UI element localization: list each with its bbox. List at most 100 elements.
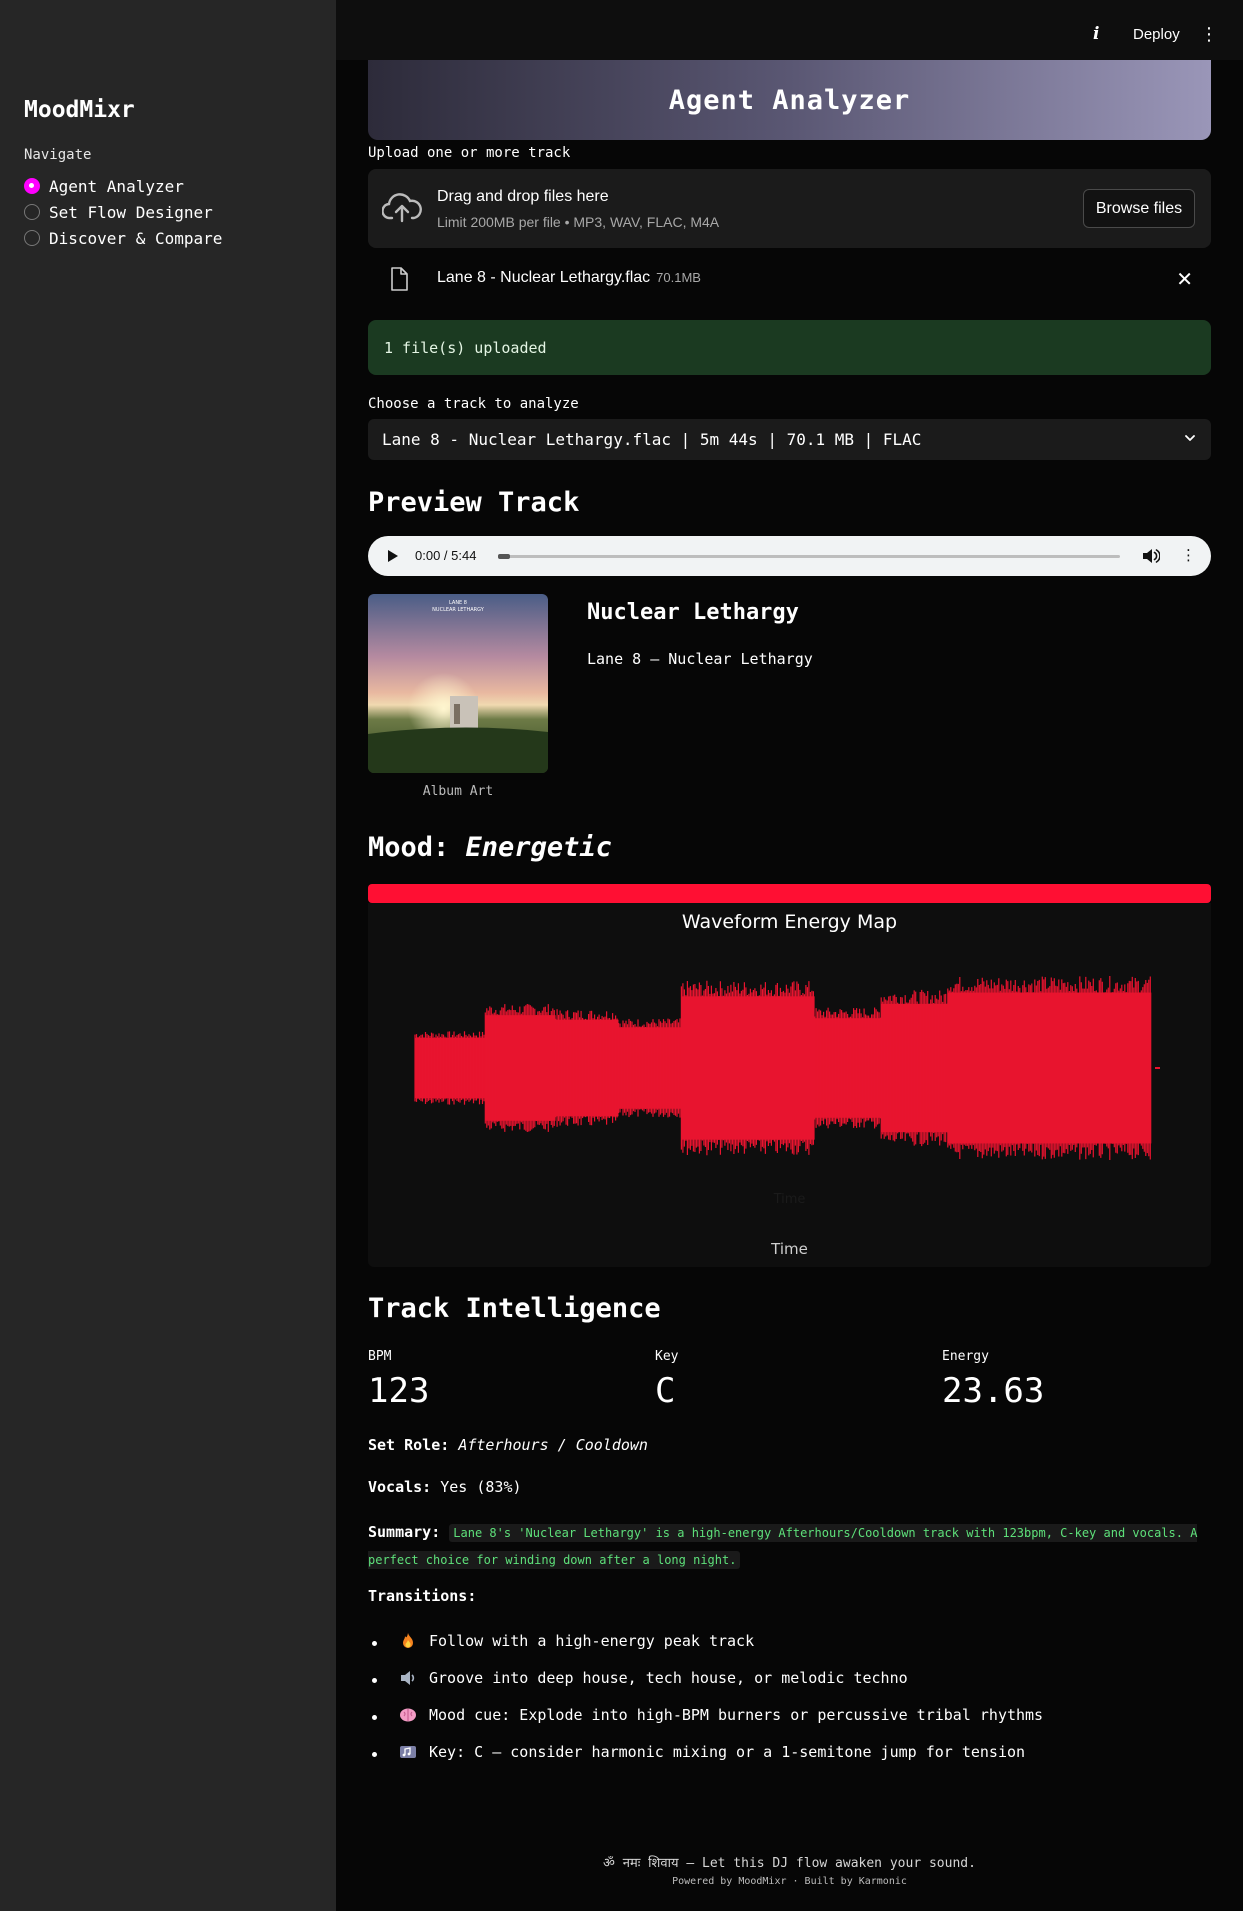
transition-text: Key: C — consider harmonic mixing or a 1… — [429, 1743, 1026, 1761]
waveform-segment — [484, 1003, 556, 1133]
brain-icon — [400, 1708, 416, 1722]
footer-tagline: ॐ नमः शिवाय — Let this DJ flow awaken yo… — [603, 1856, 976, 1871]
album-art-caption: Album Art — [422, 784, 494, 799]
browse-files-button[interactable]: Browse files — [1083, 189, 1195, 228]
mood-value: Energetic — [465, 832, 612, 863]
x-axis-label: Time — [771, 1240, 808, 1258]
key-label: Key — [655, 1349, 679, 1364]
intelligence-heading: Track Intelligence — [368, 1293, 661, 1324]
mood-heading: Mood: Energetic — [368, 832, 612, 863]
music-keys-icon — [400, 1746, 416, 1758]
key-value: C — [655, 1371, 676, 1411]
top-toolbar: i Deploy ⋮ — [336, 0, 1243, 60]
bullet — [372, 1678, 377, 1683]
nav-label: Navigate — [24, 147, 92, 163]
nav-item-discover-compare[interactable]: Discover & Compare — [24, 225, 222, 251]
track-artist: Lane 8 — Nuclear Lethargy — [587, 650, 813, 668]
nav-radio-group: Agent Analyzer Set Flow Designer Discove… — [24, 173, 222, 251]
summary-row: Summary: Lane 8's 'Nuclear Lethargy' is … — [368, 1519, 1211, 1573]
preview-heading: Preview Track — [368, 487, 580, 518]
track-select-value: Lane 8 - Nuclear Lethargy.flac | 5m 44s … — [382, 430, 922, 449]
track-select-label: Choose a track to analyze — [368, 396, 579, 412]
x-axis-ghost-label: Time — [773, 1192, 806, 1207]
file-name-text: Lane 8 - Nuclear Lethargy.flac — [437, 269, 651, 286]
bullet — [372, 1641, 377, 1646]
file-name: Lane 8 - Nuclear Lethargy.flac 70.1MB — [437, 269, 701, 287]
set-role-value: Afterhours / Cooldown — [458, 1436, 648, 1454]
file-dropzone[interactable]: Drag and drop files here Limit 200MB per… — [368, 169, 1211, 248]
waveform-segment — [814, 1007, 882, 1129]
upload-success-alert: 1 file(s) uploaded — [368, 320, 1211, 375]
album-art-line: LANE 8 — [449, 600, 467, 606]
volume-icon[interactable] — [1142, 548, 1160, 564]
header-banner: Agent Analyzer — [368, 60, 1211, 140]
energy-label: Energy — [942, 1349, 989, 1364]
album-art-text: LANE 8 NUCLEAR LETHARGY — [368, 600, 548, 614]
summary-text: Lane 8's 'Nuclear Lethargy' is a high-en… — [368, 1524, 1198, 1569]
audio-player: 0:00 / 5:44 ⋮ — [368, 536, 1211, 576]
audio-seek-bar[interactable] — [498, 555, 1120, 558]
sidebar: MoodMixr Navigate Agent Analyzer Set Flo… — [0, 0, 336, 1911]
deploy-button[interactable]: Deploy — [1133, 26, 1180, 43]
nav-item-label: Agent Analyzer — [49, 176, 184, 196]
nav-item-set-flow-designer[interactable]: Set Flow Designer — [24, 199, 222, 225]
waveform-segment — [680, 980, 815, 1156]
album-art: LANE 8 NUCLEAR LETHARGY — [368, 594, 548, 773]
energy-value: 23.63 — [942, 1371, 1045, 1411]
chevron-down-icon — [1185, 435, 1195, 441]
info-icon[interactable]: i — [1093, 24, 1099, 44]
speaker-icon — [401, 1671, 415, 1685]
transition-text: Mood cue: Explode into high-BPM burners … — [429, 1706, 1044, 1724]
bullet — [372, 1752, 377, 1757]
vocals-value: Yes (83%) — [440, 1478, 522, 1496]
radio-selected-icon[interactable] — [24, 178, 40, 194]
uploaded-file-row: Lane 8 - Nuclear Lethargy.flac 70.1MB ✕ — [368, 258, 1211, 302]
bpm-value: 123 — [368, 1371, 430, 1411]
radio-icon[interactable] — [24, 204, 40, 220]
waveform-segment — [555, 1009, 619, 1127]
dropzone-title: Drag and drop files here — [437, 188, 609, 205]
play-icon[interactable] — [388, 550, 398, 562]
footer-credits: Powered by MoodMixr · Built by Karmonic — [672, 1876, 907, 1887]
upload-label: Upload one or more track — [368, 145, 571, 161]
more-options-icon[interactable]: ⋮ — [1181, 546, 1196, 564]
close-icon[interactable]: ✕ — [1176, 267, 1193, 291]
page-title: Agent Analyzer — [668, 84, 911, 116]
file-size: 70.1MB — [656, 270, 701, 285]
waveform-chart: Waveform Energy Map Time Time — [368, 903, 1211, 1267]
mood-color-bar — [368, 884, 1211, 903]
waveform-segment — [617, 1018, 682, 1118]
summary-label: Summary: — [368, 1523, 441, 1541]
nav-item-agent-analyzer[interactable]: Agent Analyzer — [24, 173, 222, 199]
album-art-image — [368, 594, 548, 773]
waveform-plot — [414, 976, 1160, 1160]
kebab-menu-icon[interactable]: ⋮ — [1200, 24, 1218, 45]
bullet — [372, 1715, 377, 1720]
transitions-label: Transitions: — [368, 1587, 477, 1605]
transition-text: Groove into deep house, tech house, or m… — [429, 1669, 908, 1687]
waveform-segment — [947, 976, 1152, 1160]
nav-item-label: Discover & Compare — [49, 228, 223, 248]
app-brand: MoodMixr — [24, 97, 135, 123]
transition-text: Follow with a high-energy peak track — [429, 1632, 755, 1650]
file-icon — [391, 267, 408, 291]
audio-time: 0:00 / 5:44 — [415, 548, 477, 563]
vocals-row: Vocals: Yes (83%) — [368, 1478, 522, 1496]
cloud-upload-icon — [382, 193, 422, 223]
track-select[interactable]: Lane 8 - Nuclear Lethargy.flac | 5m 44s … — [368, 419, 1211, 460]
track-title: Nuclear Lethargy — [587, 600, 799, 625]
dropzone-limits: Limit 200MB per file • MP3, WAV, FLAC, M… — [437, 214, 720, 230]
mood-label: Mood: — [368, 832, 450, 863]
set-role-row: Set Role: Afterhours / Cooldown — [368, 1436, 648, 1454]
set-role-label: Set Role: — [368, 1436, 450, 1454]
vocals-label: Vocals: — [368, 1478, 432, 1496]
radio-icon[interactable] — [24, 230, 40, 246]
nav-item-label: Set Flow Designer — [49, 202, 213, 222]
success-message: 1 file(s) uploaded — [384, 339, 547, 357]
main-area: i Deploy ⋮ Agent Analyzer Upload one or … — [336, 0, 1243, 1911]
fire-icon — [403, 1633, 413, 1648]
waveform-segment — [414, 1031, 486, 1105]
audio-seek-thumb[interactable] — [498, 554, 510, 559]
album-art-line: NUCLEAR LETHARGY — [432, 607, 484, 613]
waveform-segment — [880, 989, 948, 1147]
